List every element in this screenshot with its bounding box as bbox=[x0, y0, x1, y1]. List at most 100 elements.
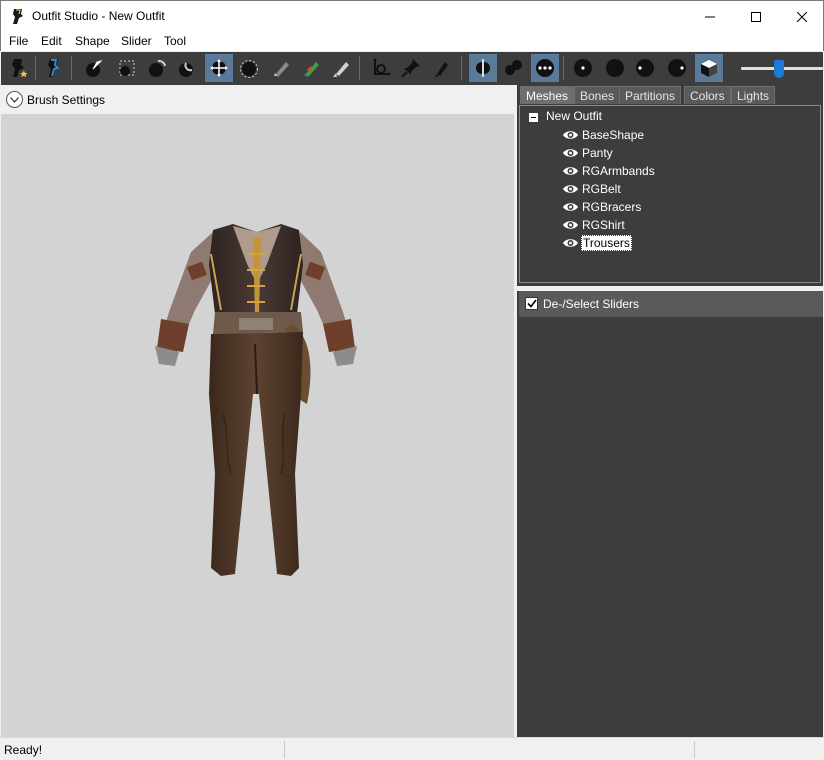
mesh-item[interactable]: BaseShape bbox=[562, 126, 645, 144]
undiff-brush-icon bbox=[274, 62, 289, 77]
toolbar-separator bbox=[35, 56, 36, 80]
left-panel: Brush Settings bbox=[1, 85, 518, 737]
menu-bar: File Edit Shape Slider Tool bbox=[0, 31, 824, 51]
menu-shape[interactable]: Shape bbox=[75, 34, 110, 48]
mesh-tree[interactable]: New Outfit BaseShape Panty RGArmbands RG… bbox=[519, 105, 821, 283]
move-brush-button[interactable] bbox=[205, 54, 233, 82]
brush-settings-header[interactable]: Brush Settings bbox=[1, 85, 516, 114]
view-front-button[interactable] bbox=[569, 54, 597, 82]
lighting-icon bbox=[701, 60, 717, 77]
chevron-down-icon bbox=[10, 96, 19, 103]
mesh-item[interactable]: Panty bbox=[562, 144, 614, 162]
tree-root-label[interactable]: New Outfit bbox=[546, 109, 602, 123]
status-bar: Ready! bbox=[0, 737, 824, 760]
eye-icon[interactable] bbox=[562, 219, 579, 231]
maximize-icon bbox=[751, 11, 761, 22]
color-brush-button[interactable] bbox=[327, 54, 355, 82]
toolbar bbox=[1, 52, 823, 85]
mesh-item[interactable]: RGBracers bbox=[562, 198, 642, 216]
color-brush-icon bbox=[333, 62, 349, 77]
connected-only-icon bbox=[536, 59, 554, 77]
transform-button[interactable] bbox=[367, 54, 395, 82]
mesh-item[interactable]: RGArmbands bbox=[562, 162, 656, 180]
load-reference-button[interactable] bbox=[5, 54, 33, 82]
minimize-icon bbox=[705, 16, 715, 17]
close-button[interactable] bbox=[779, 1, 824, 32]
menu-tool[interactable]: Tool bbox=[164, 34, 186, 48]
inflate-brush-icon bbox=[149, 59, 166, 77]
status-divider bbox=[284, 741, 285, 758]
maximize-button[interactable] bbox=[733, 1, 779, 32]
eye-icon[interactable] bbox=[562, 183, 579, 195]
tab-partitions[interactable]: Partitions bbox=[619, 86, 682, 104]
brush-settings-toggle[interactable] bbox=[6, 91, 23, 108]
tab-bones[interactable]: Bones bbox=[574, 86, 621, 104]
mesh-label: Panty bbox=[582, 146, 613, 160]
mask-brush-icon bbox=[119, 60, 135, 76]
view-back-button[interactable] bbox=[601, 54, 629, 82]
outfit-model bbox=[155, 224, 357, 576]
lighting-button[interactable] bbox=[695, 54, 723, 82]
right-panel: Meshes Bones Partitions Colors Lights Ne… bbox=[517, 85, 823, 737]
close-icon bbox=[797, 11, 807, 22]
tab-colors[interactable]: Colors bbox=[684, 86, 731, 104]
mesh-label: BaseShape bbox=[582, 128, 645, 142]
toolbar-separator bbox=[71, 56, 72, 80]
symmetry-button[interactable] bbox=[499, 54, 527, 82]
load-reference-icon bbox=[12, 59, 28, 78]
window-title: Outfit Studio - New Outfit bbox=[32, 9, 165, 23]
tab-lights[interactable]: Lights bbox=[731, 86, 776, 104]
toolbar-separator bbox=[563, 56, 564, 80]
deselect-sliders-checkbox[interactable] bbox=[525, 297, 538, 310]
deselect-sliders-label[interactable]: De-/Select Sliders bbox=[543, 297, 639, 311]
app-icon bbox=[13, 9, 23, 24]
connected-only-button[interactable] bbox=[531, 54, 559, 82]
select-brush-button[interactable] bbox=[79, 54, 107, 82]
tab-bar: Meshes Bones Partitions Colors Lights bbox=[517, 85, 823, 104]
smooth-brush-button[interactable] bbox=[235, 54, 263, 82]
eye-icon[interactable] bbox=[562, 165, 579, 177]
tab-meshes[interactable]: Meshes bbox=[520, 86, 575, 104]
sliders-header: De-/Select Sliders bbox=[519, 291, 823, 317]
mesh-item-selected[interactable]: Trousers bbox=[562, 234, 632, 252]
pivot-button[interactable] bbox=[397, 54, 425, 82]
eye-icon[interactable] bbox=[562, 237, 579, 249]
load-outfit-button[interactable] bbox=[41, 54, 69, 82]
pivot-icon bbox=[401, 59, 420, 78]
weight-brush-icon bbox=[304, 62, 319, 77]
select-brush-icon bbox=[86, 60, 103, 77]
undiff-brush-button[interactable] bbox=[267, 54, 295, 82]
eye-icon[interactable] bbox=[562, 129, 579, 141]
mesh-item[interactable]: RGBelt bbox=[562, 180, 622, 198]
status-divider bbox=[694, 741, 695, 758]
menu-file[interactable]: File bbox=[9, 34, 28, 48]
3d-viewport[interactable] bbox=[1, 114, 514, 737]
eye-icon[interactable] bbox=[562, 201, 579, 213]
checkmark-icon bbox=[526, 299, 537, 308]
toolbar-separator bbox=[461, 56, 462, 80]
deflate-brush-icon bbox=[179, 62, 193, 77]
eye-icon[interactable] bbox=[562, 147, 579, 159]
mesh-label: RGBracers bbox=[582, 200, 642, 214]
mesh-label: Trousers bbox=[581, 235, 632, 251]
mirror-x-button[interactable] bbox=[469, 54, 497, 82]
view-left-icon bbox=[636, 59, 654, 77]
inflate-brush-button[interactable] bbox=[143, 54, 171, 82]
symmetry-icon bbox=[505, 60, 522, 75]
collapse-icon[interactable] bbox=[529, 113, 538, 122]
view-right-button[interactable] bbox=[663, 54, 691, 82]
mask-brush-button[interactable] bbox=[113, 54, 141, 82]
title-bar: Outfit Studio - New Outfit bbox=[0, 0, 824, 31]
alpha-brush-button[interactable] bbox=[427, 54, 455, 82]
move-brush-icon bbox=[210, 59, 228, 77]
minimize-button[interactable] bbox=[687, 1, 733, 32]
deflate-brush-button[interactable] bbox=[173, 54, 201, 82]
mirror-x-icon bbox=[476, 59, 490, 77]
zoom-slider-thumb[interactable] bbox=[774, 60, 784, 78]
weight-brush-button[interactable] bbox=[297, 54, 325, 82]
menu-slider[interactable]: Slider bbox=[121, 34, 152, 48]
status-text: Ready! bbox=[4, 743, 43, 757]
menu-edit[interactable]: Edit bbox=[41, 34, 62, 48]
mesh-item[interactable]: RGShirt bbox=[562, 216, 626, 234]
view-left-button[interactable] bbox=[631, 54, 659, 82]
